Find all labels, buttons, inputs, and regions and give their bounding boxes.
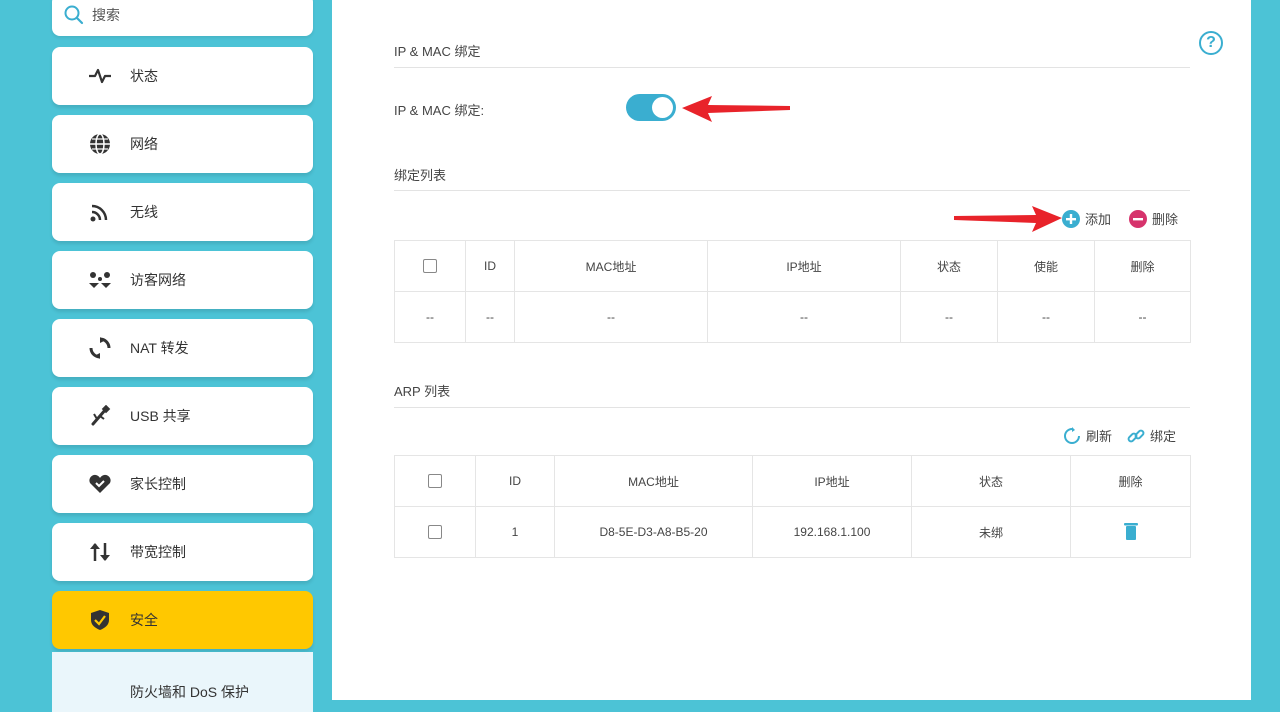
sidebar-item-label: 访客网络 [130, 272, 186, 288]
table-cell-id: 1 [475, 506, 555, 558]
section-title-arp-list: ARP 列表 [394, 384, 451, 399]
bandwidth-icon [88, 540, 112, 564]
section-title-binding-list: 绑定列表 [394, 168, 447, 183]
sidebar-item-label: USB 共享 [130, 408, 191, 424]
sidebar: 搜索 状态 网络 无线 访客网络 NAT 转发 USB 共享 家长控制 带宽控制… [0, 0, 332, 712]
add-button[interactable]: 添加 [1062, 209, 1111, 228]
column-header: MAC地址 [554, 455, 753, 507]
toggle-knob [652, 97, 673, 118]
refresh-button[interactable]: 刷新 [1063, 426, 1112, 445]
delete-label: 删除 [1152, 212, 1179, 227]
shield-icon [88, 608, 112, 632]
divider [394, 190, 1190, 191]
add-label: 添加 [1085, 212, 1112, 227]
search-label: 搜索 [92, 7, 120, 23]
column-header: 使能 [997, 240, 1095, 292]
delete-button[interactable]: 删除 [1129, 209, 1178, 228]
sidebar-item-security[interactable]: 安全 [52, 591, 313, 649]
column-header: 状态 [911, 455, 1071, 507]
table-cell: -- [1094, 291, 1191, 343]
sidebar-item-label: 家长控制 [130, 476, 186, 492]
minus-circle-icon [1129, 209, 1147, 228]
heart-icon [88, 472, 112, 496]
column-header: 删除 [1094, 240, 1191, 292]
ip-mac-binding-toggle[interactable] [626, 94, 676, 121]
table-cell-status: 未绑 [911, 506, 1071, 558]
main-content: IP & MAC 绑定 ? IP & MAC 绑定: 绑定列表 添加 删除 ID… [332, 0, 1251, 700]
refresh-label: 刷新 [1086, 429, 1113, 444]
sidebar-item-label: NAT 转发 [130, 340, 189, 356]
table-cell-ip: 192.168.1.100 [752, 506, 912, 558]
sidebar-item-wireless[interactable]: 无线 [52, 183, 313, 241]
wifi-icon [88, 200, 112, 224]
bind-button[interactable]: 绑定 [1127, 426, 1176, 445]
red-arrow-icon [682, 96, 790, 122]
column-header: 删除 [1070, 455, 1191, 507]
table-cell-mac: D8-5E-D3-A8-B5-20 [554, 506, 753, 558]
column-header: IP地址 [707, 240, 901, 292]
table-cell: -- [465, 291, 515, 343]
binding-table: ID MAC地址 IP地址 状态 使能 删除 -- -- -- -- -- --… [394, 240, 1191, 343]
nat-forward-icon [88, 336, 112, 360]
link-icon [1127, 427, 1145, 445]
divider [394, 67, 1190, 68]
table-cell: -- [514, 291, 708, 343]
toggle-label: IP & MAC 绑定: [394, 103, 485, 118]
bind-label: 绑定 [1150, 429, 1177, 444]
trash-button[interactable] [1070, 506, 1191, 558]
table-cell: -- [707, 291, 901, 343]
pulse-icon [88, 64, 112, 88]
sidebar-item-usb-share[interactable]: USB 共享 [52, 387, 313, 445]
globe-icon [88, 132, 112, 156]
select-all-checkbox[interactable] [394, 240, 466, 292]
guest-network-icon [88, 268, 112, 292]
table-header-row: ID MAC地址 IP地址 状态 删除 [394, 455, 1191, 507]
column-header: IP地址 [752, 455, 912, 507]
sidebar-item-guest-network[interactable]: 访客网络 [52, 251, 313, 309]
sidebar-subitem-label: 防火墙和 DoS 保护 [130, 684, 250, 700]
sidebar-item-parental-control[interactable]: 家长控制 [52, 455, 313, 513]
table-row: -- -- -- -- -- -- -- [394, 291, 1191, 343]
sidebar-item-nat-forward[interactable]: NAT 转发 [52, 319, 313, 377]
sidebar-item-bandwidth-control[interactable]: 带宽控制 [52, 523, 313, 581]
row-checkbox[interactable] [394, 506, 476, 558]
sidebar-item-label: 网络 [130, 136, 158, 152]
select-all-checkbox[interactable] [394, 455, 476, 507]
trash-icon [1123, 522, 1138, 540]
divider [394, 407, 1190, 408]
refresh-icon [1063, 426, 1081, 445]
sidebar-item-status[interactable]: 状态 [52, 47, 313, 105]
sidebar-item-label: 状态 [130, 68, 158, 84]
column-header: 状态 [900, 240, 998, 292]
search-icon [64, 5, 84, 25]
table-row: 1 D8-5E-D3-A8-B5-20 192.168.1.100 未绑 [394, 506, 1191, 558]
help-icon[interactable]: ? [1199, 31, 1223, 55]
sidebar-item-label: 安全 [130, 612, 158, 628]
search-input[interactable]: 搜索 [52, 0, 313, 36]
section-title-ip-mac: IP & MAC 绑定 [394, 44, 481, 59]
table-header-row: ID MAC地址 IP地址 状态 使能 删除 [394, 240, 1191, 292]
column-header: MAC地址 [514, 240, 708, 292]
sidebar-item-network[interactable]: 网络 [52, 115, 313, 173]
column-header: ID [465, 240, 515, 292]
usb-icon [88, 404, 112, 428]
sidebar-subitem-firewall[interactable]: 防火墙和 DoS 保护 [52, 652, 313, 712]
plus-circle-icon [1062, 209, 1080, 228]
arp-table: ID MAC地址 IP地址 状态 删除 1 D8-5E-D3-A8-B5-20 … [394, 455, 1191, 558]
table-cell: -- [394, 291, 466, 343]
sidebar-item-label: 无线 [130, 204, 158, 220]
column-header: ID [475, 455, 555, 507]
table-cell: -- [900, 291, 998, 343]
sidebar-item-label: 带宽控制 [130, 544, 186, 560]
red-arrow-icon [954, 206, 1062, 232]
table-cell: -- [997, 291, 1095, 343]
